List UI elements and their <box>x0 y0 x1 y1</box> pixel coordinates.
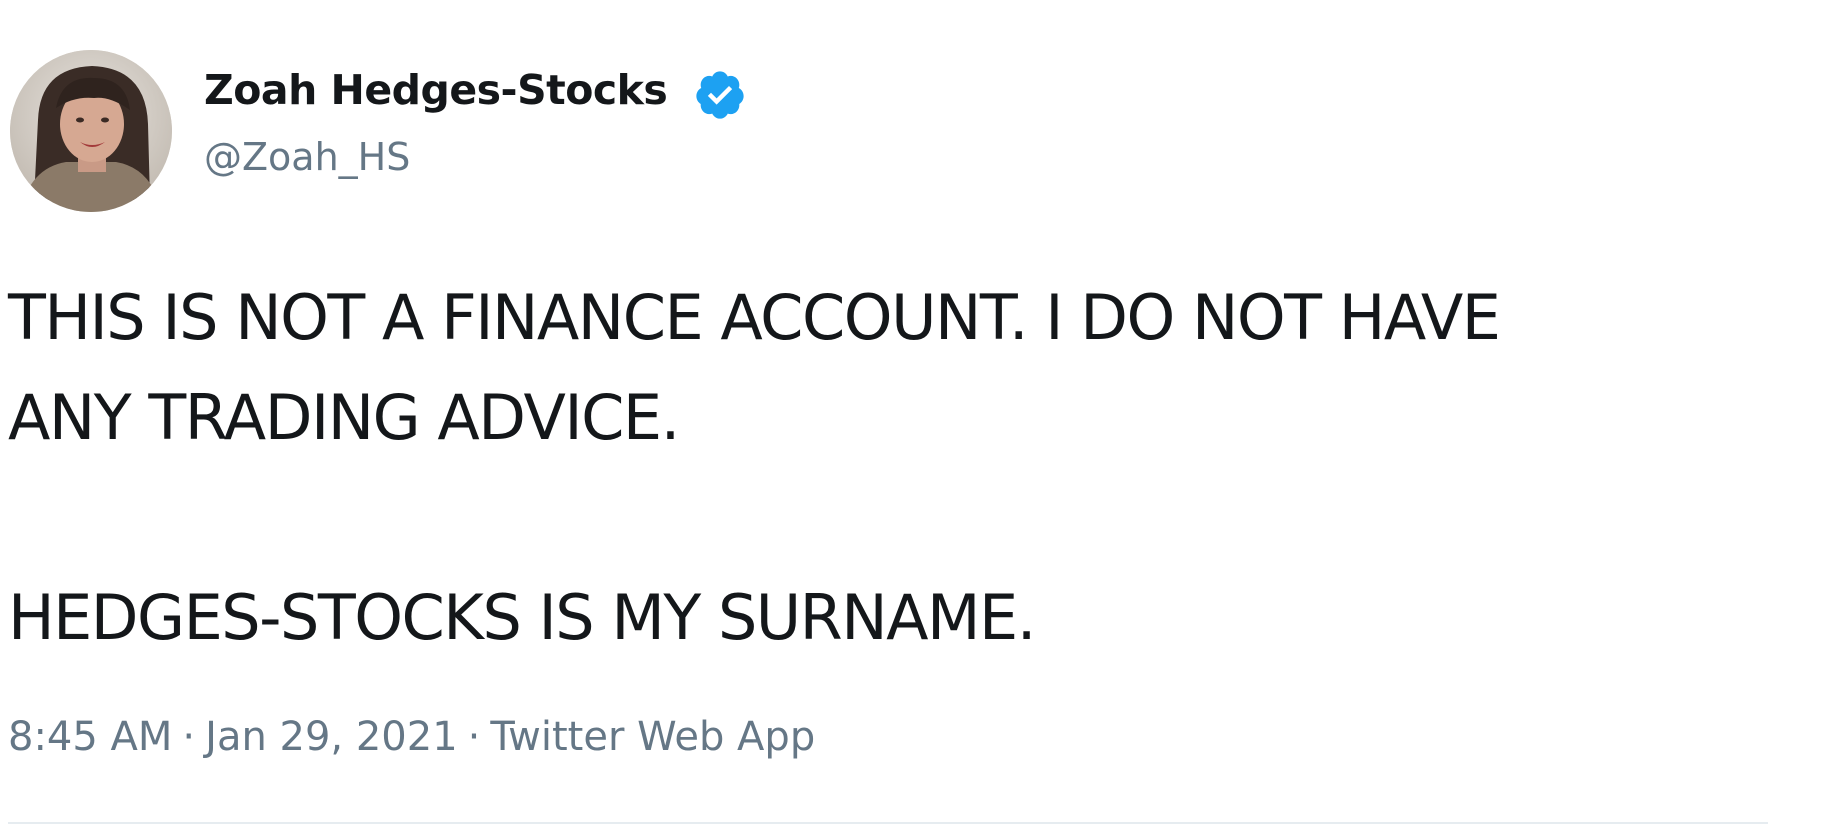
tweet-text-line: THIS IS NOT A FINANCE ACCOUNT. I DO NOT … <box>8 281 1501 354</box>
tweet-time: 8:45 AM <box>8 714 173 760</box>
separator: · <box>182 714 196 760</box>
tweet-card: Zoah Hedges-Stocks @Zoah_HS THIS IS NOT … <box>0 0 1823 837</box>
separator: · <box>467 714 481 760</box>
tweet-time-link[interactable]: 8:45 AM · Jan 29, 2021 <box>8 714 458 760</box>
avatar[interactable] <box>10 50 172 212</box>
tweet-date: Jan 29, 2021 <box>205 714 458 760</box>
author-handle[interactable]: @Zoah_HS <box>204 135 410 179</box>
verified-badge-icon <box>693 68 747 122</box>
tweet-metadata: 8:45 AM · Jan 29, 2021 · Twitter Web App <box>8 714 815 760</box>
tweet-source-link[interactable]: Twitter Web App <box>490 714 815 760</box>
tweet-text: THIS IS NOT A FINANCE ACCOUNT. I DO NOT … <box>8 268 1808 668</box>
author-display-name[interactable]: Zoah Hedges-Stocks <box>204 66 668 114</box>
tweet-text-line: HEDGES-STOCKS IS MY SURNAME. <box>8 581 1036 654</box>
divider <box>8 822 1768 824</box>
tweet-text-line: ANY TRADING ADVICE. <box>8 381 680 454</box>
avatar-photo-icon <box>10 50 172 212</box>
